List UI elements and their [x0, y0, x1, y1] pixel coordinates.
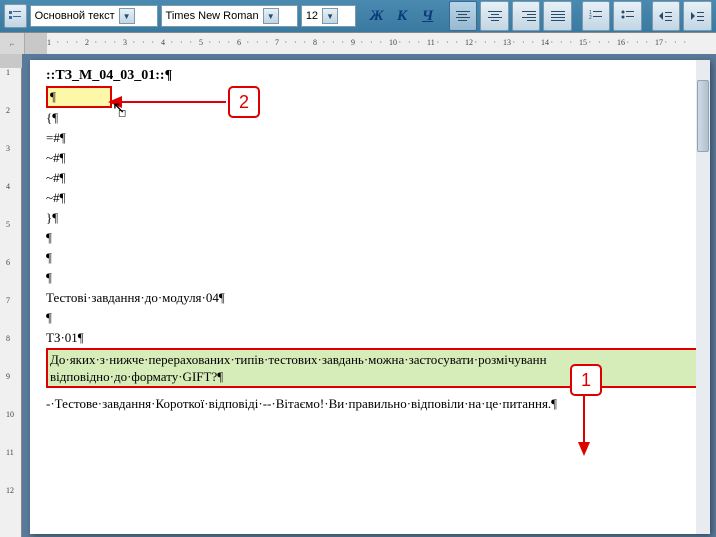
ruler-tick: 9: [351, 38, 355, 47]
highlighted-blank-line: ¶: [46, 86, 706, 108]
h-ruler-scale: 1···2···3···4···5···6···7···8···9···10··…: [25, 33, 716, 55]
font-family-select[interactable]: Times New Roman ▼: [161, 5, 298, 27]
page-area: ::ТЗ_М_04_03_01::¶ ¶ {¶=#¶~#¶~#¶~#¶}¶¶¶¶…: [22, 54, 716, 537]
doc-line: ~#¶: [46, 168, 706, 188]
increase-indent-button[interactable]: [683, 1, 712, 31]
doc-line: {¶: [46, 108, 706, 128]
doc-line: }¶: [46, 208, 706, 228]
callout-1: 1: [570, 364, 602, 396]
align-justify-button[interactable]: [543, 1, 572, 31]
ruler-tick: 3: [123, 38, 127, 47]
align-center-button[interactable]: [480, 1, 509, 31]
ruler-tick: 2: [6, 106, 10, 115]
ruler-tick: 5: [6, 220, 10, 229]
doc-line: ~#¶: [46, 148, 706, 168]
paragraph-style-value: Основной текст: [35, 10, 115, 22]
align-left-button[interactable]: [449, 1, 478, 31]
ruler-tick: 6: [6, 258, 10, 267]
doc-line: ¶: [46, 268, 706, 288]
bullet-list-button[interactable]: [613, 1, 642, 31]
ruler-tick: 13: [503, 38, 511, 47]
styles-button[interactable]: [4, 4, 27, 28]
question-text-line1: До·яких·з·нижче·перерахованих·типів·тест…: [50, 352, 547, 367]
formatting-toolbar: Основной текст ▼ Times New Roman ▼ 12 ▼ …: [0, 0, 716, 32]
ruler-tick: 2: [85, 38, 89, 47]
ruler-tick: 15: [579, 38, 587, 47]
ruler-tick: 1: [6, 68, 10, 77]
doc-line: ~#¶: [46, 188, 706, 208]
ruler-tick: 1: [47, 38, 51, 47]
callout-2: 2: [228, 86, 260, 118]
doc-line: ¶: [46, 228, 706, 248]
chevron-down-icon: ▼: [119, 8, 135, 24]
ruler-tick: 12: [465, 38, 473, 47]
doc-line: Тестові·завдання·до·модуля·04¶: [46, 288, 706, 308]
align-right-button[interactable]: [512, 1, 541, 31]
ruler-tick: 16: [617, 38, 625, 47]
ruler-tick: 9: [6, 372, 10, 381]
svg-text:2: 2: [589, 15, 592, 21]
doc-line: ¶: [46, 248, 706, 268]
ruler-tick: 4: [6, 182, 10, 191]
selection-highlight: ¶: [46, 86, 112, 108]
vertical-ruler[interactable]: 123456789101112: [0, 54, 22, 537]
font-size-select[interactable]: 12 ▼: [301, 5, 356, 27]
ruler-tick: 7: [275, 38, 279, 47]
numbered-list-button[interactable]: 12: [582, 1, 611, 31]
font-family-value: Times New Roman: [166, 10, 259, 22]
vertical-scrollbar[interactable]: [696, 60, 710, 534]
font-size-value: 12: [306, 10, 318, 22]
ruler-tick: 3: [6, 144, 10, 153]
scrollbar-thumb[interactable]: [697, 80, 709, 152]
ruler-corner: ⌐: [0, 33, 25, 55]
doc-line: =#¶: [46, 128, 706, 148]
doc-line: ТЗ·01¶: [46, 328, 706, 348]
highlighted-question: До·яких·з·нижче·перерахованих·типів·тест…: [46, 348, 706, 388]
ruler-tick: 10: [6, 410, 14, 419]
doc-line: ¶: [46, 308, 706, 328]
doc-title: ::ТЗ_М_04_03_01::¶: [46, 66, 706, 86]
question-text-line2: відповідно·до·формату·GIFT?¶: [50, 369, 223, 384]
document-page[interactable]: ::ТЗ_М_04_03_01::¶ ¶ {¶=#¶~#¶~#¶~#¶}¶¶¶¶…: [30, 60, 710, 534]
underline-button[interactable]: Ч: [416, 5, 438, 27]
italic-button[interactable]: К: [391, 5, 413, 27]
chevron-down-icon: ▼: [263, 8, 279, 24]
ruler-tick: 4: [161, 38, 165, 47]
ruler-tick: 6: [237, 38, 241, 47]
ruler-tick: 12: [6, 486, 14, 495]
document-body: ::ТЗ_М_04_03_01::¶ ¶ {¶=#¶~#¶~#¶~#¶}¶¶¶¶…: [46, 66, 706, 414]
ruler-tick: 14: [541, 38, 549, 47]
ruler-tick: 8: [6, 334, 10, 343]
ruler-tick: 5: [199, 38, 203, 47]
ruler-tick: 8: [313, 38, 317, 47]
ruler-tick: 11: [6, 448, 14, 457]
paragraph-style-select[interactable]: Основной текст ▼: [30, 5, 158, 27]
ruler-tick: 11: [427, 38, 435, 47]
ruler-tick: 10: [389, 38, 397, 47]
ruler-tick: 7: [6, 296, 10, 305]
ruler-tick: 17: [655, 38, 663, 47]
chevron-down-icon: ▼: [322, 8, 338, 24]
decrease-indent-button[interactable]: [652, 1, 681, 31]
horizontal-ruler[interactable]: ⌐ 1···2···3···4···5···6···7···8···9···10…: [0, 32, 716, 56]
bold-button[interactable]: Ж: [365, 5, 387, 27]
doc-line: -·Тестове·завдання·Короткої·відповіді·--…: [46, 394, 706, 414]
workspace: 123456789101112 ::ТЗ_М_04_03_01::¶ ¶ {¶=…: [0, 54, 716, 537]
